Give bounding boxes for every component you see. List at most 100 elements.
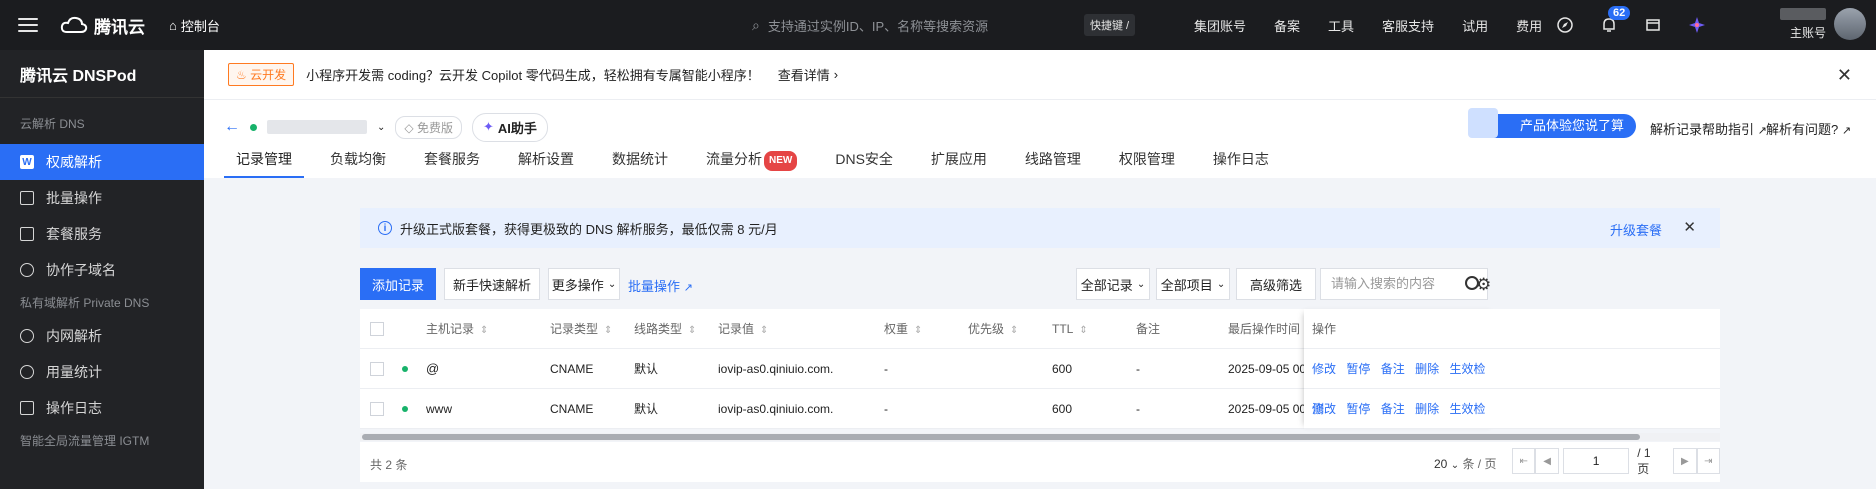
chevron-down-icon[interactable]: ⌄	[377, 122, 385, 133]
horizontal-scrollbar[interactable]	[360, 433, 1720, 441]
domain-selector-redacted[interactable]	[267, 120, 367, 134]
col-host[interactable]: 主机记录 ⇕	[426, 309, 488, 349]
compass-icon[interactable]	[1556, 16, 1574, 34]
sidebar-item-subdomain[interactable]: 协作子域名	[0, 252, 204, 288]
tab-extensions[interactable]: 扩展应用	[919, 150, 999, 178]
page-input[interactable]: 1	[1562, 448, 1630, 474]
sidebar-group-private-dns: 私有域解析 Private DNS	[20, 296, 150, 310]
delete-link[interactable]: 删除	[1415, 362, 1439, 376]
issue-label: 解析有问题?	[1766, 122, 1839, 137]
tab-package[interactable]: 套餐服务	[412, 150, 492, 178]
col-line[interactable]: 线路类型 ⇕	[634, 309, 696, 349]
last-page-icon[interactable]: ⇥	[1696, 448, 1721, 474]
nav-trial[interactable]: 试用	[1448, 16, 1502, 35]
col-weight[interactable]: 权重 ⇕	[884, 309, 922, 349]
sort-icon: ⇕	[760, 325, 769, 336]
nav-filing[interactable]: 备案	[1260, 16, 1314, 35]
nav-tools[interactable]: 工具	[1314, 16, 1368, 35]
promo-link[interactable]: 查看详情 ›	[778, 65, 838, 84]
remark-link[interactable]: 备注	[1381, 402, 1405, 416]
avatar[interactable]	[1834, 8, 1866, 40]
window-icon[interactable]	[1644, 16, 1662, 34]
nav-billing[interactable]: 费用	[1502, 16, 1556, 35]
tab-line-management[interactable]: 线路管理	[1013, 150, 1093, 178]
help-guide-link[interactable]: 解析记录帮助指引 ↗	[1650, 119, 1767, 138]
col-ttl[interactable]: TTL ⇕	[1052, 309, 1088, 349]
account-menu[interactable]: 主账号	[1762, 6, 1826, 44]
sidebar-item-usage[interactable]: 用量统计	[0, 354, 204, 390]
issue-link[interactable]: 解析有问题? ↗	[1766, 119, 1851, 138]
pause-link[interactable]: 暂停	[1346, 362, 1370, 376]
all-records-dropdown[interactable]: 全部记录 ⌄	[1076, 268, 1150, 300]
tab-statistics[interactable]: 数据统计	[600, 150, 680, 178]
console-link[interactable]: ⌂ 控制台	[169, 16, 220, 35]
ai-assistant-button[interactable]: ✦ AI助手	[471, 112, 548, 142]
sidebar-item-label: 套餐服务	[46, 226, 102, 242]
tab-bar: 记录管理 负载均衡 套餐服务 解析设置 数据统计 流量分析 NEW DNS安全 扩…	[224, 150, 1295, 178]
sidebar-item-batch[interactable]: 批量操作	[0, 180, 204, 216]
nav-support[interactable]: 客服支持	[1368, 16, 1448, 35]
scrollbar-thumb[interactable]	[362, 434, 1640, 440]
sidebar-item-intranet[interactable]: 内网解析	[0, 318, 204, 354]
cell-remark: -	[1136, 402, 1140, 416]
upgrade-link[interactable]: 升级套餐	[1610, 220, 1662, 239]
sidebar-item-authoritative[interactable]: W 权威解析	[0, 144, 204, 180]
col-time[interactable]: 最后操作时间⇕	[1228, 309, 1314, 349]
quick-resolve-button[interactable]: 新手快速解析	[444, 268, 540, 300]
pagination-bar: 共 2 条 20 ⌄ 条 / 页 ⇤ ◀ 1 / 1 页 ▶ ⇥	[360, 442, 1721, 482]
row-checkbox[interactable]	[370, 362, 384, 376]
sidebar-item-label: 用量统计	[46, 364, 102, 380]
help-guide-label: 解析记录帮助指引	[1650, 122, 1755, 137]
delete-link[interactable]: 删除	[1415, 402, 1439, 416]
page-size-selector[interactable]: 20 ⌄ 条 / 页	[1434, 455, 1496, 472]
ai-sparkle-icon[interactable]	[1688, 16, 1706, 34]
sort-icon: ⇕	[688, 325, 697, 336]
tab-settings[interactable]: 解析设置	[506, 150, 586, 178]
page-size-unit: 条 / 页	[1462, 457, 1497, 471]
menu-icon[interactable]	[18, 18, 38, 32]
bell-icon[interactable]: 62	[1600, 6, 1631, 34]
close-icon[interactable]: ✕	[1683, 218, 1696, 236]
record-search-input[interactable]: 请输入搜索的内容	[1320, 268, 1488, 300]
col-priority[interactable]: 优先级 ⇕	[968, 309, 1018, 349]
remark-link[interactable]: 备注	[1381, 362, 1405, 376]
first-page-icon[interactable]: ⇤	[1512, 448, 1536, 474]
chevron-down-icon: ⌄	[1216, 278, 1226, 290]
gear-icon[interactable]: ⚙	[1476, 275, 1491, 295]
nav-group-account[interactable]: 集团账号	[1180, 16, 1260, 35]
select-all-checkbox[interactable]	[370, 322, 384, 336]
brand-logo[interactable]: 腾讯云	[60, 13, 145, 38]
col-type[interactable]: 记录类型 ⇕	[550, 309, 612, 349]
sidebar-item-package[interactable]: 套餐服务	[0, 216, 204, 252]
advanced-filter-button[interactable]: 高级筛选	[1236, 268, 1316, 300]
sidebar-item-log[interactable]: 操作日志	[0, 390, 204, 426]
close-icon[interactable]: ✕	[1837, 65, 1852, 86]
back-arrow-icon[interactable]: ←	[224, 118, 240, 136]
log-icon	[20, 401, 34, 415]
feedback-button[interactable]: 产品体验您说了算	[1468, 108, 1636, 138]
batch-ops-link[interactable]: 批量操作 ↗	[628, 276, 693, 295]
tab-load-balance[interactable]: 负载均衡	[318, 150, 398, 178]
more-actions-dropdown[interactable]: 更多操作 ⌄	[548, 268, 620, 300]
tab-dns-security[interactable]: DNS安全	[823, 150, 905, 178]
copy-icon	[20, 191, 34, 205]
next-page-icon[interactable]: ▶	[1673, 448, 1697, 474]
tab-permissions[interactable]: 权限管理	[1107, 150, 1187, 178]
tab-operation-log[interactable]: 操作日志	[1201, 150, 1281, 178]
sort-icon: ⇕	[604, 325, 613, 336]
tab-traffic-label: 流量分析	[706, 151, 762, 167]
pause-link[interactable]: 暂停	[1346, 402, 1370, 416]
cell-value: iovip-as0.qiniuio.com.	[718, 362, 834, 376]
chevron-down-icon: ⌄	[1450, 460, 1460, 471]
prev-page-icon[interactable]: ◀	[1535, 448, 1559, 474]
tab-records[interactable]: 记录管理	[224, 150, 304, 178]
all-items-dropdown[interactable]: 全部项目 ⌄	[1156, 268, 1230, 300]
add-record-button[interactable]: 添加记录	[360, 268, 436, 300]
tab-traffic[interactable]: 流量分析 NEW	[694, 150, 809, 178]
record-toolbar: 添加记录 新手快速解析 更多操作 ⌄ 批量操作 ↗ 全部记录 ⌄ 全部项目 ⌄ …	[360, 268, 1720, 300]
edit-link[interactable]: 修改	[1312, 402, 1336, 416]
col-value[interactable]: 记录值 ⇕	[718, 309, 768, 349]
edit-link[interactable]: 修改	[1312, 362, 1336, 376]
row-checkbox[interactable]	[370, 402, 384, 416]
sort-icon: ⇕	[1010, 325, 1019, 336]
